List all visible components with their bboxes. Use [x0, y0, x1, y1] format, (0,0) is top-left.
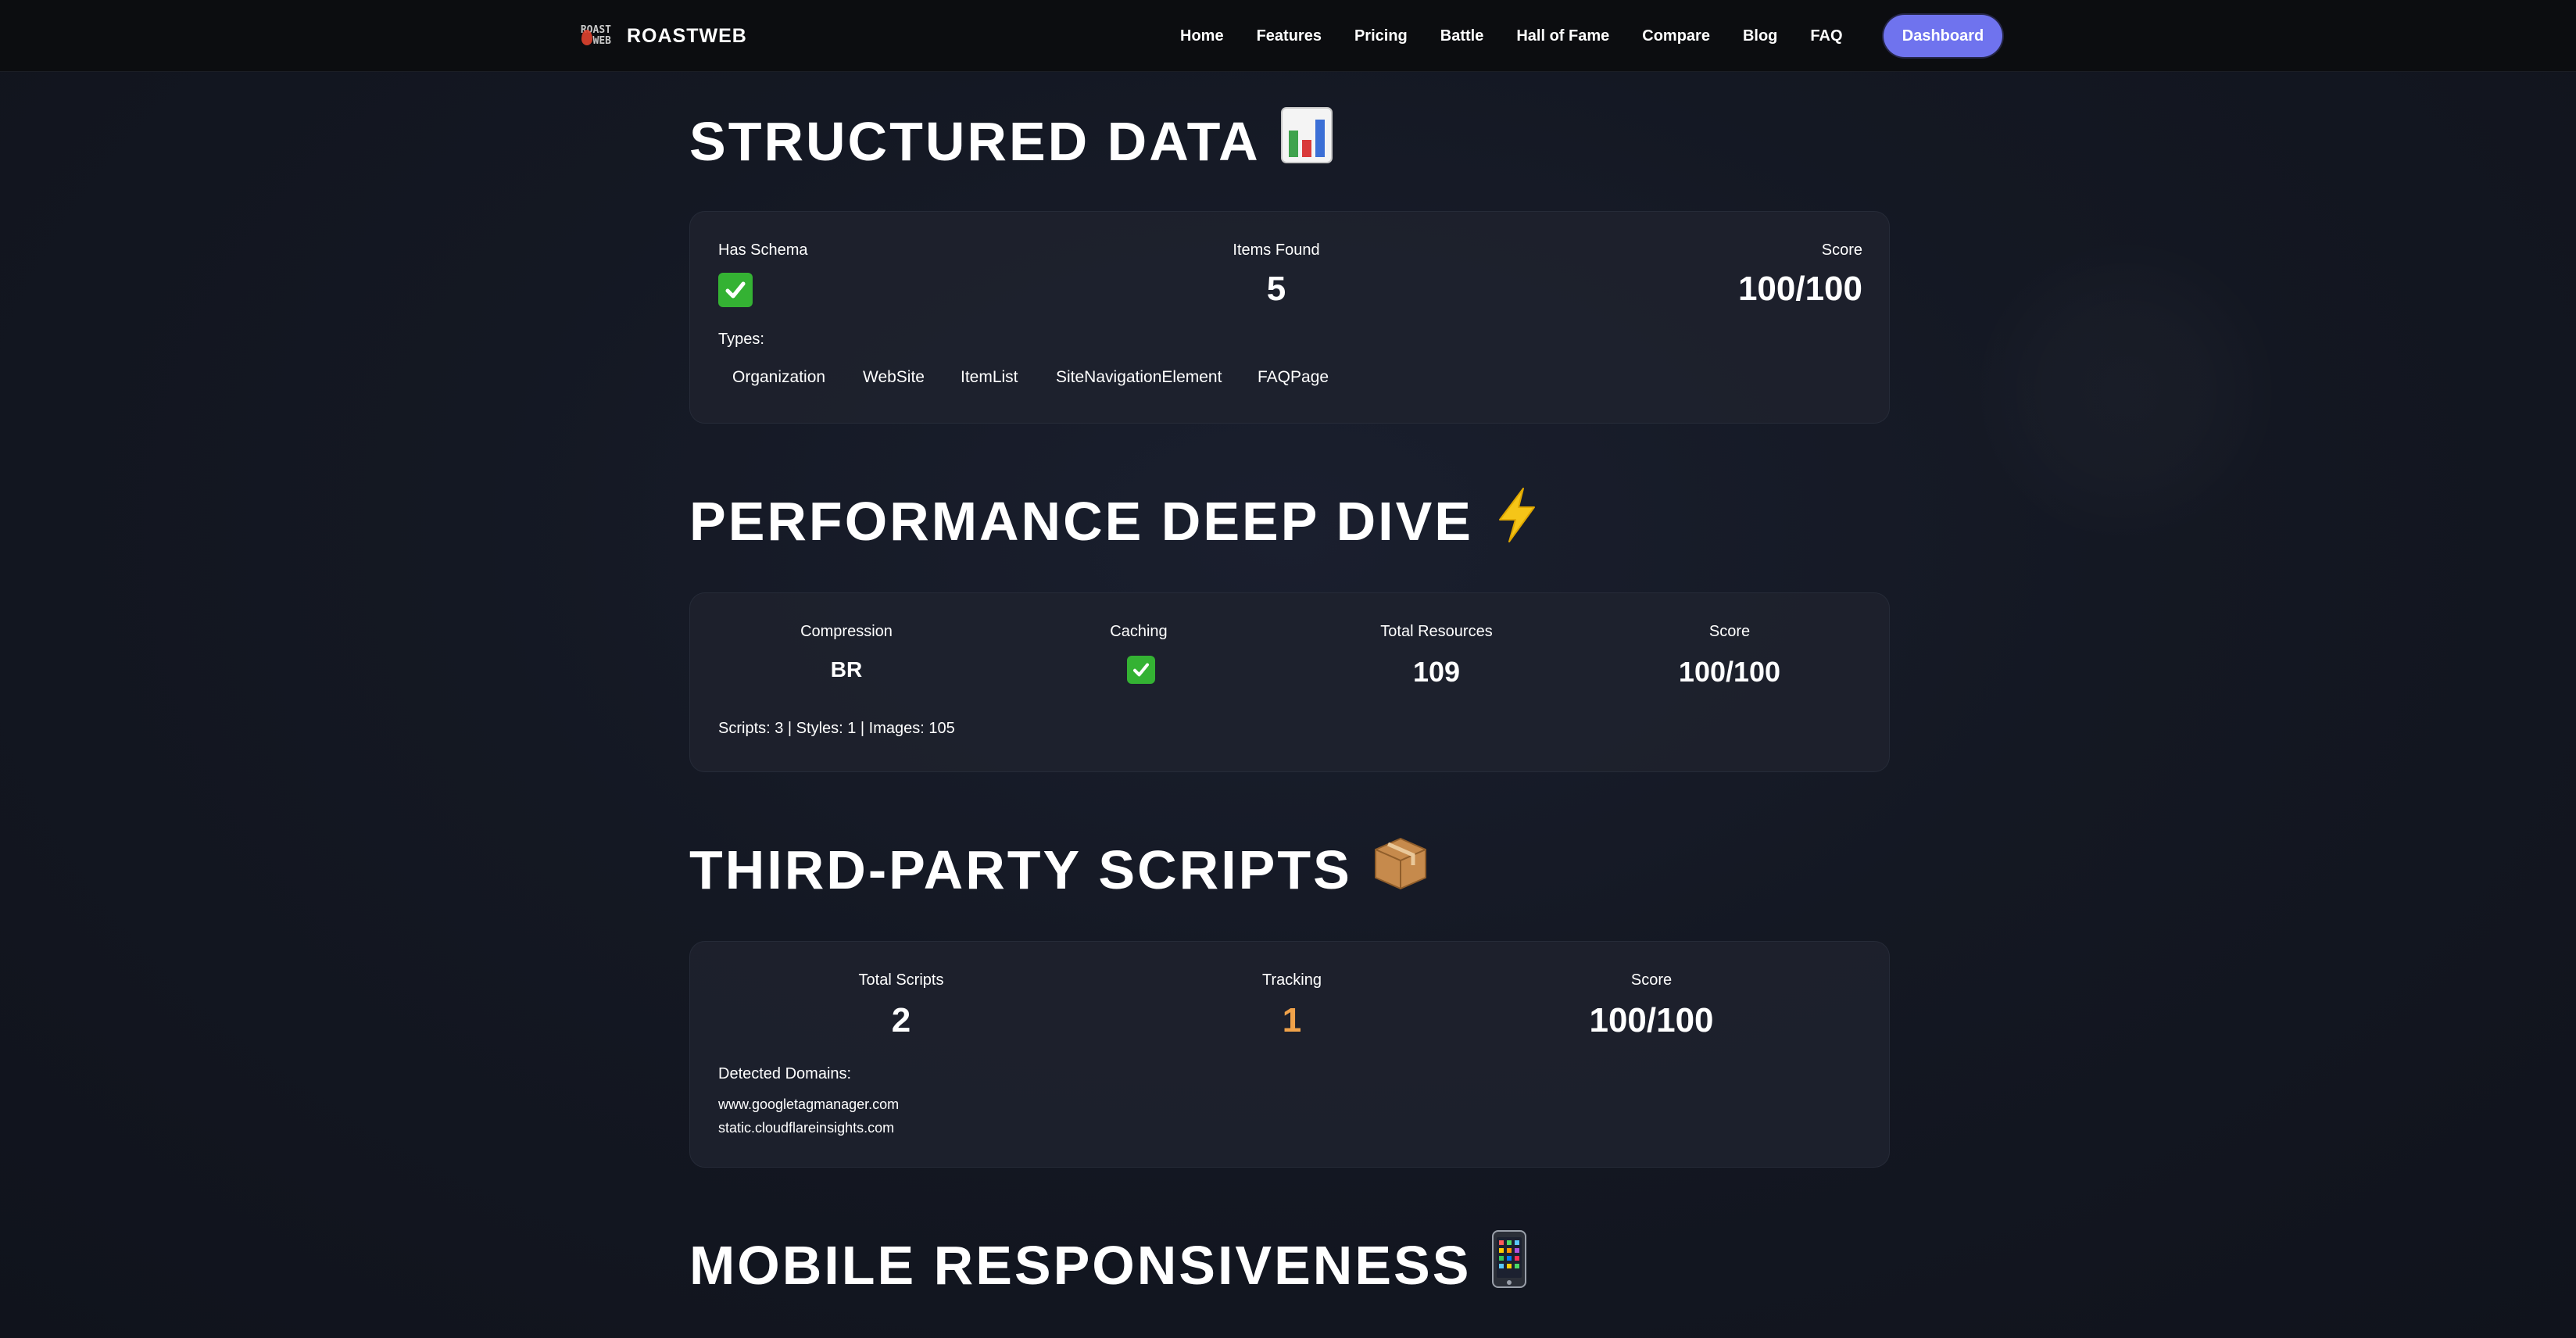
items-found-value: 5: [1266, 270, 1286, 308]
brand-name: ROASTWEB: [627, 24, 747, 47]
structured-data-heading: STRUCTURED DATA: [689, 106, 1333, 177]
nav-link-battle[interactable]: Battle: [1440, 27, 1484, 45]
nav-link-blog[interactable]: Blog: [1743, 27, 1777, 45]
bar-chart-icon: [1280, 107, 1333, 176]
nav-link-features[interactable]: Features: [1257, 27, 1322, 45]
top-navigation-bar: ROAST WEB ROASTWEB Home Features Pricing…: [0, 0, 2576, 72]
domain-item: www.googletagmanager.com: [718, 1097, 900, 1112]
schema-type-tag: ItemList: [961, 368, 1018, 386]
lightning-icon: [1494, 487, 1540, 556]
third-party-score-value: 100/100: [1589, 1001, 1714, 1039]
mobile-title: MOBILE RESPONSIVENESS: [689, 1235, 1472, 1296]
third-party-heading: THIRD-PARTY SCRIPTS: [689, 835, 1429, 905]
types-label: Types:: [718, 331, 764, 348]
domain-item: static.cloudflareinsights.com: [718, 1120, 895, 1136]
caching-label: Caching: [1110, 623, 1168, 640]
nav-link-hall-of-fame[interactable]: Hall of Fame: [1516, 27, 1609, 45]
performance-score-value: 100/100: [1678, 656, 1781, 688]
performance-score-label: Score: [1708, 623, 1751, 640]
total-scripts-value: 2: [891, 1001, 911, 1039]
logo-icon: ROAST WEB: [578, 19, 613, 53]
mobile-phone-icon: [1491, 1229, 1527, 1301]
performance-card: Compression BR Caching Total Resources 1…: [689, 592, 1890, 772]
total-scripts-label: Total Scripts: [858, 971, 944, 989]
background-decoration: [1970, 234, 2282, 547]
items-found-label: Items Found: [1233, 241, 1320, 259]
performance-heading: PERFORMANCE DEEP DIVE: [689, 486, 1540, 556]
schema-type-tag: SiteNavigationElement: [1056, 368, 1222, 386]
tracking-value: 1: [1282, 1001, 1302, 1039]
nav-links: Home Features Pricing Battle Hall of Fam…: [1180, 0, 1876, 72]
structured-score-label: Score: [1821, 241, 1862, 259]
schema-type-tag: WebSite: [863, 368, 925, 386]
third-party-card: Total Scripts 2 Tracking 1 Score 100/100…: [689, 941, 1890, 1168]
nav-link-compare[interactable]: Compare: [1642, 27, 1710, 45]
nav-link-home[interactable]: Home: [1180, 27, 1224, 45]
performance-title: PERFORMANCE DEEP DIVE: [689, 491, 1473, 552]
schema-type-tag: FAQPage: [1258, 368, 1329, 386]
third-party-score-label: Score: [1630, 971, 1673, 989]
dashboard-button[interactable]: Dashboard: [1884, 15, 2002, 57]
package-icon: [1372, 835, 1429, 904]
total-resources-label: Total Resources: [1380, 623, 1493, 640]
compression-value: BR: [830, 657, 863, 682]
resource-breakdown: Scripts: 3 | Styles: 1 | Images: 105: [718, 720, 955, 737]
has-schema-label: Has Schema: [718, 241, 808, 259]
check-icon: [718, 273, 753, 307]
nav-link-faq[interactable]: FAQ: [1810, 27, 1842, 45]
check-icon: [1127, 656, 1155, 684]
mobile-heading: MOBILE RESPONSIVENESS: [689, 1230, 1527, 1300]
schema-type-tag: Organization: [732, 368, 826, 386]
third-party-title: THIRD-PARTY SCRIPTS: [689, 839, 1352, 900]
structured-score-value: 100/100: [1737, 270, 1862, 308]
total-resources-value: 109: [1412, 656, 1461, 688]
tracking-label: Tracking: [1262, 971, 1322, 989]
detected-domains-label: Detected Domains:: [718, 1065, 852, 1082]
compression-label: Compression: [800, 623, 893, 640]
structured-data-title: STRUCTURED DATA: [689, 111, 1261, 172]
nav-link-pricing[interactable]: Pricing: [1354, 27, 1408, 45]
structured-data-card: Has Schema Items Found 5 Score 100/100 T…: [689, 211, 1890, 424]
brand-logo[interactable]: ROAST WEB ROASTWEB: [578, 19, 747, 53]
